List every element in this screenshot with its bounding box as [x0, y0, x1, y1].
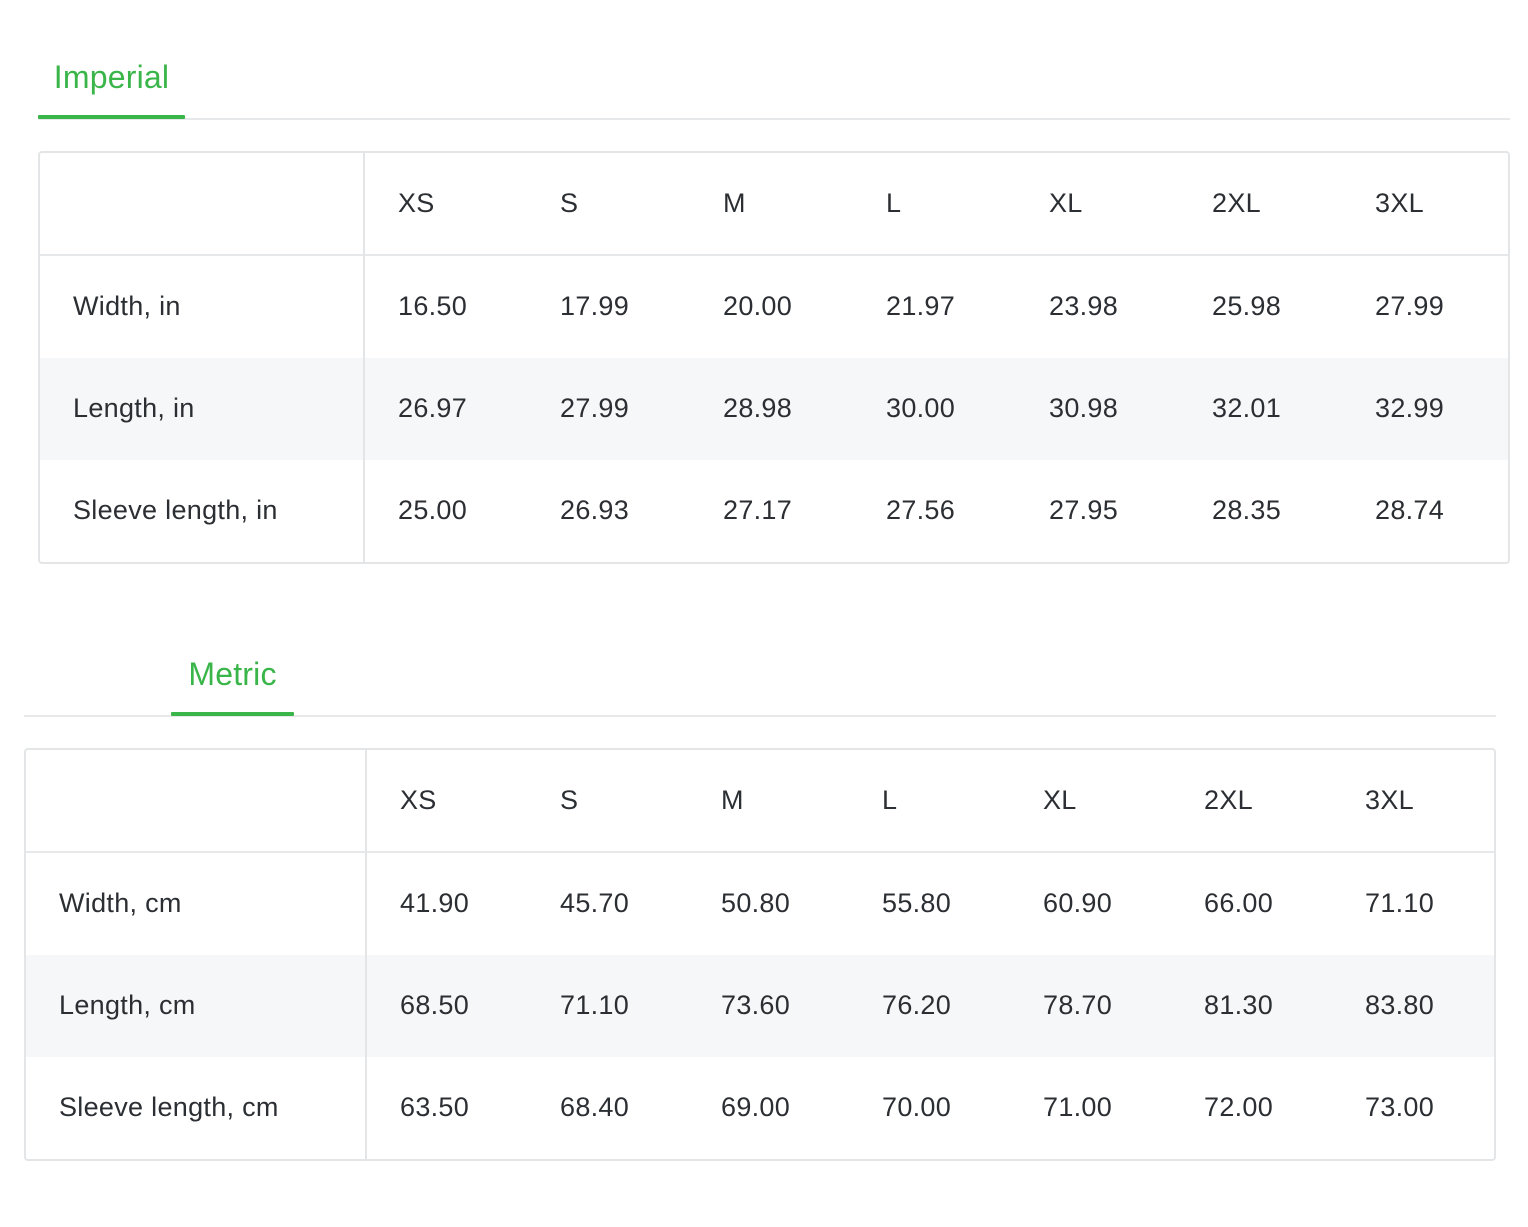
table-cell: 25.00 [398, 495, 468, 526]
imperial-size-table: XS S M L XL 2XL 3XL Width, in 16.50 17.9… [38, 151, 1510, 564]
row-label: Length, cm [26, 954, 367, 1057]
table-cell: 83.80 [1365, 990, 1435, 1021]
table-cell: 28.35 [1212, 495, 1282, 526]
table-cell: 55.80 [882, 888, 952, 919]
table-cell: 71.10 [1365, 888, 1435, 919]
metric-table: XS S M L XL 2XL 3XL Width, cm 41.90 45.7… [26, 750, 1494, 1159]
table-cell: 81.30 [1204, 990, 1274, 1021]
table-row: Width, cm 41.90 45.70 50.80 55.80 60.90 … [26, 852, 1494, 955]
imperial-header-xs: XS [398, 188, 435, 219]
metric-header-m: M [721, 785, 744, 816]
table-cell: 30.00 [886, 393, 956, 424]
metric-header-2xl: 2XL [1204, 785, 1253, 816]
table-cell: 25.98 [1212, 291, 1282, 322]
table-cell: 16.50 [398, 291, 468, 322]
tab-imperial-underline [38, 115, 185, 119]
table-cell: 50.80 [721, 888, 791, 919]
table-cell: 72.00 [1204, 1092, 1274, 1123]
table-cell: 27.99 [560, 393, 630, 424]
metric-header-corner [26, 750, 367, 853]
table-cell: 30.98 [1049, 393, 1119, 424]
table-cell: 71.00 [1043, 1092, 1113, 1123]
table-cell: 28.98 [723, 393, 793, 424]
table-cell: 26.97 [398, 393, 468, 424]
table-row: Length, in 26.97 27.99 28.98 30.00 30.98… [40, 357, 1508, 460]
imperial-header-m: M [723, 188, 746, 219]
tab-metric[interactable]: Metric [171, 654, 294, 694]
metric-header-row: XS S M L XL 2XL 3XL [26, 750, 1494, 853]
table-cell: 66.00 [1204, 888, 1274, 919]
tab-imperial[interactable]: Imperial [38, 57, 185, 97]
table-cell: 27.99 [1375, 291, 1445, 322]
table-row: Width, in 16.50 17.99 20.00 21.97 23.98 … [40, 255, 1508, 358]
table-cell: 27.56 [886, 495, 956, 526]
imperial-header-row: XS S M L XL 2XL 3XL [40, 153, 1508, 256]
table-cell: 32.01 [1212, 393, 1282, 424]
table-cell: 45.70 [560, 888, 630, 919]
imperial-header-2xl: 2XL [1212, 188, 1261, 219]
row-label: Width, in [40, 255, 365, 358]
table-cell: 32.99 [1375, 393, 1445, 424]
table-row: Sleeve length, cm 63.50 68.40 69.00 70.0… [26, 1056, 1494, 1159]
metric-header-3xl: 3XL [1365, 785, 1414, 816]
table-cell: 70.00 [882, 1092, 952, 1123]
table-row: Sleeve length, in 25.00 26.93 27.17 27.5… [40, 459, 1508, 562]
table-cell: 20.00 [723, 291, 793, 322]
table-cell: 73.60 [721, 990, 791, 1021]
tab-metric-underline [171, 712, 294, 716]
metric-size-table: XS S M L XL 2XL 3XL Width, cm 41.90 45.7… [24, 748, 1496, 1161]
row-label: Sleeve length, in [40, 459, 365, 562]
table-cell: 27.95 [1049, 495, 1119, 526]
row-label: Sleeve length, cm [26, 1056, 367, 1159]
metric-header-xs: XS [400, 785, 437, 816]
imperial-header-s: S [560, 188, 579, 219]
table-cell: 27.17 [723, 495, 793, 526]
table-cell: 17.99 [560, 291, 630, 322]
table-cell: 69.00 [721, 1092, 791, 1123]
table-row: Length, cm 68.50 71.10 73.60 76.20 78.70… [26, 954, 1494, 1057]
row-label: Width, cm [26, 852, 367, 955]
metric-header-xl: XL [1043, 785, 1077, 816]
imperial-header-3xl: 3XL [1375, 188, 1424, 219]
imperial-table: XS S M L XL 2XL 3XL Width, in 16.50 17.9… [40, 153, 1508, 562]
table-cell: 23.98 [1049, 291, 1119, 322]
imperial-header-corner [40, 153, 365, 256]
table-cell: 68.40 [560, 1092, 630, 1123]
imperial-header-xl: XL [1049, 188, 1083, 219]
table-cell: 78.70 [1043, 990, 1113, 1021]
table-cell: 68.50 [400, 990, 470, 1021]
row-label: Length, in [40, 357, 365, 460]
table-cell: 41.90 [400, 888, 470, 919]
table-cell: 71.10 [560, 990, 630, 1021]
table-cell: 73.00 [1365, 1092, 1435, 1123]
metric-header-s: S [560, 785, 579, 816]
metric-header-l: L [882, 785, 898, 816]
table-cell: 63.50 [400, 1092, 470, 1123]
table-cell: 21.97 [886, 291, 956, 322]
imperial-tabbar: Imperial [38, 40, 1510, 120]
table-cell: 76.20 [882, 990, 952, 1021]
metric-tabbar: Metric [24, 637, 1496, 717]
table-cell: 26.93 [560, 495, 630, 526]
table-cell: 60.90 [1043, 888, 1113, 919]
table-cell: 28.74 [1375, 495, 1445, 526]
imperial-header-l: L [886, 188, 902, 219]
